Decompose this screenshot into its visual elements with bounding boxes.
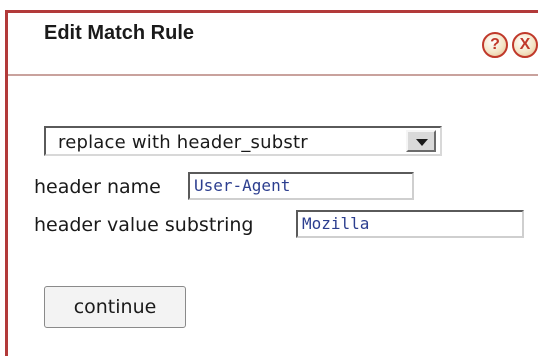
title-divider [8, 74, 538, 76]
header-name-input[interactable]: User-Agent [188, 172, 414, 200]
header-value-substring-label: header value substring [34, 214, 254, 236]
continue-button[interactable]: continue [44, 286, 186, 328]
header-name-label: header name [34, 176, 161, 198]
edit-match-rule-dialog: Edit Match Rule ? X replace with header_… [0, 0, 538, 356]
rule-type-selected-value: replace with header_substr [58, 132, 308, 153]
chevron-down-icon[interactable] [406, 130, 436, 152]
close-icon[interactable]: X [512, 32, 538, 58]
header-value-substring-input[interactable]: Mozilla [296, 210, 524, 238]
rule-type-select[interactable]: replace with header_substr [44, 126, 442, 156]
dialog-title: Edit Match Rule [44, 22, 195, 44]
help-icon[interactable]: ? [482, 32, 508, 58]
